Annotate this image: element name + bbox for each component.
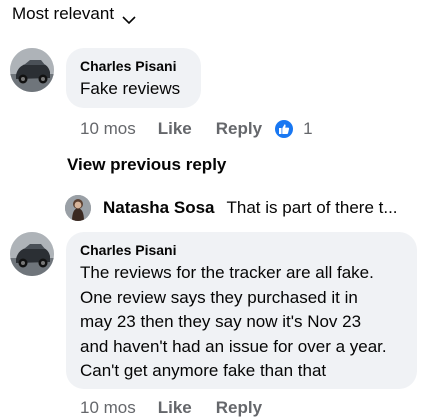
chevron-down-icon	[122, 10, 136, 24]
comment-text: Fake reviews	[80, 79, 181, 98]
comment-author[interactable]: Charles Pisani	[80, 58, 187, 74]
avatar[interactable]	[65, 195, 91, 221]
comment-timestamp[interactable]: 10 mos	[80, 398, 136, 418]
comment-text-line: One review says they purchased it in	[80, 287, 358, 307]
comment-actions: 10 mos Like Reply	[80, 398, 262, 418]
comment-text-line: may 23 then they say now it's Nov 23	[80, 312, 362, 331]
comment-timestamp[interactable]: 10 mos	[80, 119, 136, 139]
reply-button[interactable]: Reply	[216, 398, 262, 418]
reply-author[interactable]: Natasha Sosa	[103, 198, 215, 218]
comment-bubble: Charles Pisani Fake reviews	[66, 48, 201, 108]
like-button[interactable]: Like	[158, 119, 192, 139]
avatar[interactable]	[10, 48, 54, 92]
reaction-count[interactable]: 1	[303, 119, 312, 139]
reply-button[interactable]: Reply	[216, 119, 262, 139]
reply-text: That is part of there t...	[226, 198, 398, 217]
view-previous-reply-link[interactable]: View previous reply	[67, 155, 226, 175]
reply-preview[interactable]: Natasha Sosa That is part of there t...	[65, 195, 425, 221]
comment-text-line: The reviews for the tracker are all fake…	[80, 263, 374, 282]
comment-author[interactable]: Charles Pisani	[80, 242, 403, 258]
sort-dropdown[interactable]: Most relevant	[12, 4, 136, 24]
avatar[interactable]	[10, 232, 54, 276]
comment-text-line: and haven't had an issue for over a year…	[80, 336, 387, 356]
comment-bubble: Charles Pisani The reviews for the track…	[66, 232, 417, 389]
like-button[interactable]: Like	[158, 398, 192, 418]
comment-actions: 10 mos Like Reply 1	[80, 119, 313, 139]
comment-text-line: Can't get anymore fake than that	[80, 361, 327, 380]
thumbs-up-icon[interactable]	[275, 120, 294, 138]
sort-label: Most relevant	[12, 4, 115, 23]
